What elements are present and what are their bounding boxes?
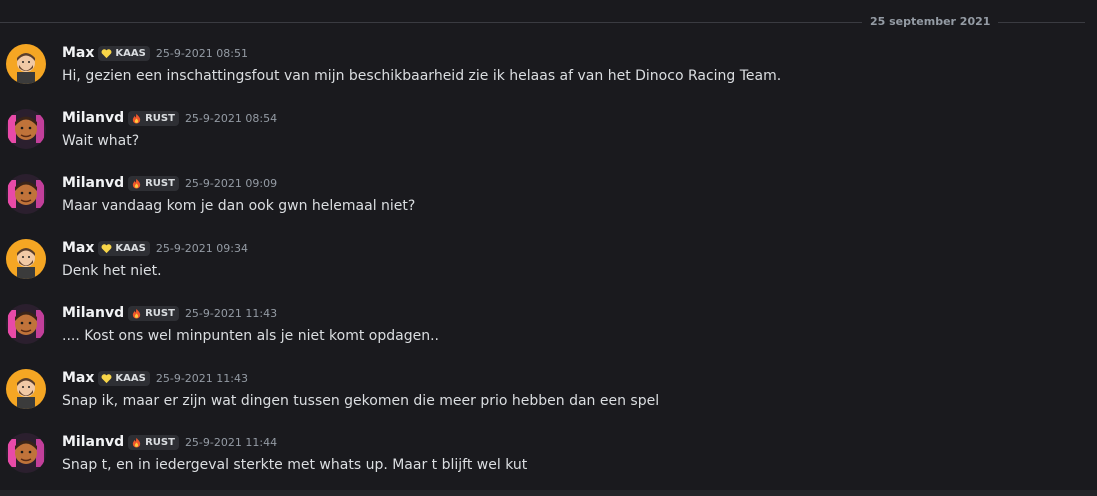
message[interactable]: Max KAAS 25-9-2021 09:34 Denk het niet.	[0, 239, 1085, 299]
role-tag-label: RUST	[145, 177, 175, 189]
date-divider-label: 25 september 2021	[862, 15, 999, 29]
role-tag-label: KAAS	[115, 47, 146, 59]
role-tag[interactable]: RUST	[128, 305, 179, 321]
message[interactable]: Milanvd RUST 25-9-2021 09:09 Maar vandaa…	[0, 174, 1085, 234]
message-text: Snap ik, maar er zijn wat dingen tussen …	[62, 393, 660, 409]
role-tag[interactable]: KAAS	[98, 240, 150, 256]
message-text: Hi, gezien een inschattingsfout van mijn…	[62, 68, 782, 84]
username[interactable]: Milanvd	[62, 434, 124, 450]
fire-icon	[131, 178, 142, 189]
username[interactable]: Max	[62, 240, 94, 256]
timestamp[interactable]: 25-9-2021 08:54	[185, 112, 277, 125]
role-tag-label: KAAS	[115, 242, 146, 254]
message-text: Snap t, en in iedergeval sterkte met wha…	[62, 457, 528, 473]
message-text: .... Kost ons wel minpunten als je niet …	[62, 328, 440, 344]
message-text: Maar vandaag kom je dan ook gwn helemaal…	[62, 198, 416, 214]
role-tag-label: RUST	[145, 436, 175, 448]
role-tag[interactable]: RUST	[128, 175, 179, 191]
yellow-heart-icon	[101, 373, 112, 384]
message-text: Denk het niet.	[62, 263, 162, 279]
username[interactable]: Max	[62, 45, 94, 61]
role-tag[interactable]: RUST	[128, 110, 179, 126]
timestamp[interactable]: 25-9-2021 08:51	[156, 47, 248, 60]
role-tag[interactable]: KAAS	[98, 45, 150, 61]
chat-log: 25 september 2021 Max KAAS 25-9-2021 08:…	[0, 0, 1097, 496]
timestamp[interactable]: 25-9-2021 09:09	[185, 177, 277, 190]
milanvd-avatar[interactable]	[6, 109, 46, 149]
message[interactable]: Milanvd RUST 25-9-2021 11:44 Snap t, en …	[0, 433, 1085, 493]
username[interactable]: Max	[62, 370, 94, 386]
milanvd-avatar[interactable]	[6, 304, 46, 344]
message[interactable]: Max KAAS 25-9-2021 08:51 Hi, gezien een …	[0, 44, 1085, 104]
username[interactable]: Milanvd	[62, 175, 124, 191]
max-avatar[interactable]	[6, 239, 46, 279]
role-tag[interactable]: RUST	[128, 434, 179, 450]
message-input-edge	[0, 490, 1097, 496]
fire-icon	[131, 437, 142, 448]
role-tag[interactable]: KAAS	[98, 370, 150, 386]
yellow-heart-icon	[101, 48, 112, 59]
role-tag-label: KAAS	[115, 372, 146, 384]
message[interactable]: Milanvd RUST 25-9-2021 08:54 Wait what?	[0, 109, 1085, 169]
username[interactable]: Milanvd	[62, 110, 124, 126]
max-avatar[interactable]	[6, 44, 46, 84]
username[interactable]: Milanvd	[62, 305, 124, 321]
timestamp[interactable]: 25-9-2021 11:43	[156, 372, 248, 385]
timestamp[interactable]: 25-9-2021 11:43	[185, 307, 277, 320]
message[interactable]: Max KAAS 25-9-2021 11:43 Snap ik, maar e…	[0, 369, 1085, 429]
timestamp[interactable]: 25-9-2021 09:34	[156, 242, 248, 255]
milanvd-avatar[interactable]	[6, 174, 46, 214]
fire-icon	[131, 308, 142, 319]
role-tag-label: RUST	[145, 112, 175, 124]
fire-icon	[131, 113, 142, 124]
yellow-heart-icon	[101, 243, 112, 254]
message[interactable]: Milanvd RUST 25-9-2021 11:43 .... Kost o…	[0, 304, 1085, 364]
role-tag-label: RUST	[145, 307, 175, 319]
timestamp[interactable]: 25-9-2021 11:44	[185, 436, 277, 449]
max-avatar[interactable]	[6, 369, 46, 409]
milanvd-avatar[interactable]	[6, 433, 46, 473]
message-text: Wait what?	[62, 133, 140, 149]
